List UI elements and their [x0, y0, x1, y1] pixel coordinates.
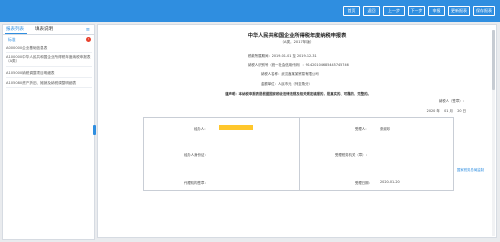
tab-fill-instructions[interactable]: 填表说明: [35, 27, 53, 33]
declaration-notice: 谨声明：本纳税申报表是根据国家税收法律法规及相关规定填报的，是真实的、可靠的、完…: [225, 92, 371, 96]
document-title: 中华人民共和国企业所得税年度纳税申报表: [247, 33, 347, 39]
report-item[interactable]: A105000纳税调整项目明细表: [6, 71, 92, 79]
operator-label: 经办人：: [194, 127, 208, 131]
alert-badge: !: [86, 37, 91, 42]
operator-id-label: 经办人身份证：: [184, 153, 208, 157]
panel-tabs: 报表列表 填表说明 ≡: [3, 25, 94, 35]
date-day: 20: [457, 109, 462, 113]
currency-unit: 金额单位：人民币元（列至角分）: [261, 82, 312, 86]
report-item[interactable]: A100000中华人民共和国企业所得税年度纳税申报表（A类）: [6, 55, 92, 67]
next-step-button[interactable]: 下一步: [408, 6, 425, 16]
accept-date-label: 受理日期：: [355, 181, 372, 185]
date-year: 2020: [426, 109, 436, 113]
taxpayer-seal-label: 纳税人（签章）：: [438, 99, 466, 103]
update-report-button[interactable]: 更新报表: [448, 6, 470, 16]
declaration-date: 2020 年 01 月 20 日: [427, 108, 466, 113]
accept-date-value: 2020-01-20: [380, 180, 400, 184]
date-year-label: 年: [436, 109, 440, 113]
group-header[interactable]: 标准 !: [3, 36, 94, 44]
tax-office-label: 受理税务机关（章）：: [335, 153, 369, 157]
scrollbar-thumb[interactable]: [492, 30, 495, 90]
date-day-label: 日: [462, 109, 466, 113]
declare-button[interactable]: 申报: [428, 6, 445, 16]
form-divider: [299, 118, 300, 190]
report-item[interactable]: A105080资产折旧、摊销及纳税调整明细表: [6, 81, 92, 89]
active-tab-indicator: [5, 33, 27, 34]
top-toolbar: 首页 返回 上一步 下一步 申报 更新报表 保存报表: [0, 0, 500, 22]
supervisor-footer: 国家税务总局监制: [456, 168, 484, 172]
taxpayer-name: 纳税人名称：武汉鑫某某贸易有限公司: [261, 72, 319, 76]
document-subtitle: （A类，2017年版）: [280, 40, 314, 44]
date-month: 01: [444, 109, 449, 113]
back-button[interactable]: 返回: [363, 6, 380, 16]
group-label: 标准: [8, 37, 16, 42]
tax-period: 税款所属期间：2019-01-01 至 2019-12-31: [248, 54, 317, 58]
acceptor-value: 张淑珍: [380, 127, 391, 131]
document-panel: 中华人民共和国企业所得税年度纳税申报表 （A类，2017年版） 税款所属期间：2…: [97, 24, 497, 238]
menu-icon[interactable]: ≡: [86, 27, 90, 33]
report-list-panel: 报表列表 填表说明 ≡ 标准 ! A000000企业基础信息表 A100000中…: [2, 24, 95, 240]
collapse-handle[interactable]: [93, 125, 96, 135]
taxpayer-id: 纳税人识别号（统一社会信用代码）：91420104685445745746: [248, 63, 349, 67]
date-month-label: 月: [449, 109, 453, 113]
signature-form: 经办人： 受理人： 张淑珍 经办人身份证： 受理税务机关（章）： 代理机构签章：…: [143, 117, 454, 191]
home-button[interactable]: 首页: [343, 6, 360, 16]
prev-step-button[interactable]: 上一步: [383, 6, 405, 16]
report-item[interactable]: A000000企业基础信息表: [6, 46, 92, 54]
save-report-button[interactable]: 保存报表: [473, 6, 495, 16]
operator-redacted-field[interactable]: [219, 125, 253, 130]
agent-seal-label: 代理机构签章：: [184, 181, 208, 185]
acceptor-label: 受理人：: [355, 127, 369, 131]
app-root: 首页 返回 上一步 下一步 申报 更新报表 保存报表 报表列表 填表说明 ≡ 标…: [0, 0, 500, 242]
